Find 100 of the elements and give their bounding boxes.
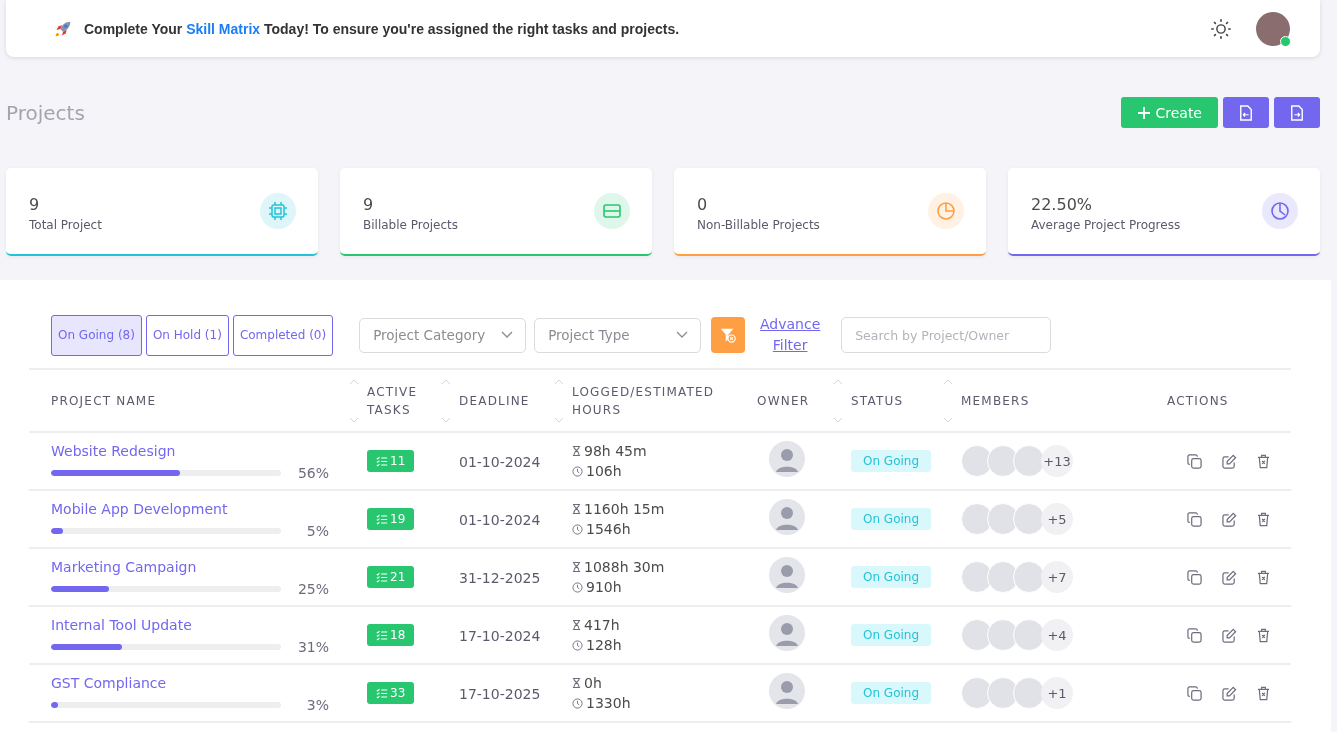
more-members-count: +1 (1041, 677, 1073, 709)
edit-icon[interactable] (1222, 453, 1237, 469)
clock-icon (572, 639, 583, 651)
stat-label: Average Project Progress (1031, 217, 1181, 232)
owner-avatar (769, 673, 805, 709)
clock-icon (572, 581, 583, 593)
status-badge: On Going (851, 624, 932, 646)
deadline-text: 17-10-2025 (459, 685, 541, 702)
logged-hours: 0h (584, 674, 602, 693)
edit-icon[interactable] (1222, 685, 1237, 701)
hourglass-icon (572, 445, 581, 457)
status-badge: On Going (851, 682, 932, 704)
chip-icon (260, 193, 296, 229)
user-avatar[interactable] (1256, 11, 1290, 46)
project-name-link[interactable]: Mobile App Development (51, 501, 228, 517)
column-header: PROJECT NAME (51, 392, 157, 410)
column-header: ACTIONS (1167, 392, 1229, 410)
copy-icon[interactable] (1187, 453, 1202, 469)
more-members-count: +7 (1041, 561, 1073, 593)
more-members-count: +4 (1041, 619, 1073, 651)
status-tab[interactable]: Completed (0) (232, 314, 334, 356)
import-button[interactable] (1223, 97, 1269, 128)
filter-clear-icon (719, 326, 738, 344)
stat-value: 0 (697, 194, 709, 214)
owner-avatar (769, 557, 805, 593)
chevron-down-icon (676, 331, 689, 339)
create-button[interactable]: Create (1121, 97, 1218, 128)
stat-label: Billable Projects (363, 217, 459, 232)
progress-percent: 3% (305, 697, 329, 713)
column-header: DEADLINE (459, 392, 530, 410)
search-field[interactable]: Search by Project/Owner (841, 317, 1052, 353)
estimated-hours: 1330h (586, 694, 631, 713)
logged-hours: 1088h 30m (584, 558, 665, 577)
progress-percent: 5% (305, 523, 329, 539)
project-name-link[interactable]: GST Compliance (51, 675, 167, 691)
status-tab[interactable]: On Hold (1) (145, 314, 229, 356)
delete-icon[interactable] (1257, 627, 1270, 643)
clock-icon (1262, 193, 1298, 229)
copy-icon[interactable] (1187, 511, 1202, 527)
owner-avatar (769, 499, 805, 535)
copy-icon[interactable] (1187, 569, 1202, 585)
plus-icon (1137, 105, 1152, 120)
estimated-hours: 1546h (586, 520, 631, 539)
clock-icon (572, 465, 583, 477)
copy-icon[interactable] (1187, 627, 1202, 643)
stat-label: Non-Billable Projects (697, 217, 820, 232)
member-avatar (1013, 619, 1045, 651)
status-badge: On Going (851, 508, 932, 530)
progress-percent: 56% (296, 465, 329, 481)
column-header: MEMBERS (961, 392, 1030, 410)
estimated-hours: 106h (586, 462, 622, 481)
member-avatar (1013, 445, 1045, 477)
delete-icon[interactable] (1257, 685, 1270, 701)
filter-dropdown[interactable]: Project Type (534, 317, 702, 353)
delete-icon[interactable] (1257, 569, 1270, 585)
skill-matrix-link[interactable]: Skill Matrix (186, 20, 261, 37)
hourglass-icon (572, 677, 581, 689)
page-title: Projects (6, 100, 85, 125)
deadline-text: 17-10-2024 (459, 627, 541, 644)
owner-avatar (769, 615, 805, 651)
status-tab[interactable]: On Going (8) (51, 314, 142, 356)
delete-icon[interactable] (1257, 453, 1270, 469)
project-name-link[interactable]: Internal Tool Update (51, 617, 192, 633)
active-tasks-badge: 18 (367, 624, 415, 646)
edit-icon[interactable] (1222, 627, 1237, 643)
advance-filter-link[interactable]: Advance Filter (759, 314, 822, 356)
logged-hours: 417h (584, 616, 620, 635)
member-avatar (1013, 503, 1045, 535)
column-header: OWNER (757, 392, 810, 410)
copy-icon[interactable] (1187, 685, 1202, 701)
column-header: LOGGED/ESTIMATED HOURS (572, 383, 716, 419)
member-avatar (1013, 561, 1045, 593)
stat-label: Total Project (29, 217, 102, 232)
pie-chart-icon (928, 193, 964, 229)
hourglass-icon (572, 561, 581, 573)
project-name-link[interactable]: Website Redesign (51, 443, 176, 459)
estimated-hours: 910h (586, 578, 622, 597)
filter-dropdown[interactable]: Project Category (359, 317, 527, 353)
more-members-count: +5 (1041, 503, 1073, 535)
status-badge: On Going (851, 566, 932, 588)
deadline-text: 01-10-2024 (459, 511, 541, 528)
progress-percent: 31% (296, 639, 329, 655)
edit-icon[interactable] (1222, 511, 1237, 527)
active-tasks-badge: 21 (367, 566, 415, 588)
delete-icon[interactable] (1257, 511, 1270, 527)
chevron-down-icon (501, 331, 514, 339)
logged-hours: 1160h 15m (584, 500, 665, 519)
edit-icon[interactable] (1222, 569, 1237, 585)
export-button[interactable] (1274, 97, 1320, 128)
project-name-link[interactable]: Marketing Campaign (51, 559, 197, 575)
hourglass-icon (572, 619, 581, 631)
hourglass-icon (572, 503, 581, 515)
status-badge: On Going (851, 450, 932, 472)
stat-value: 22.50% (1031, 194, 1093, 214)
progress-percent: 25% (296, 581, 329, 597)
column-header: ACTIVE TASKS (367, 383, 419, 419)
column-header: STATUS (851, 392, 904, 410)
active-tasks-badge: 11 (367, 450, 415, 472)
file-export-icon (1290, 104, 1304, 121)
theme-toggle-icon[interactable] (1210, 17, 1232, 40)
